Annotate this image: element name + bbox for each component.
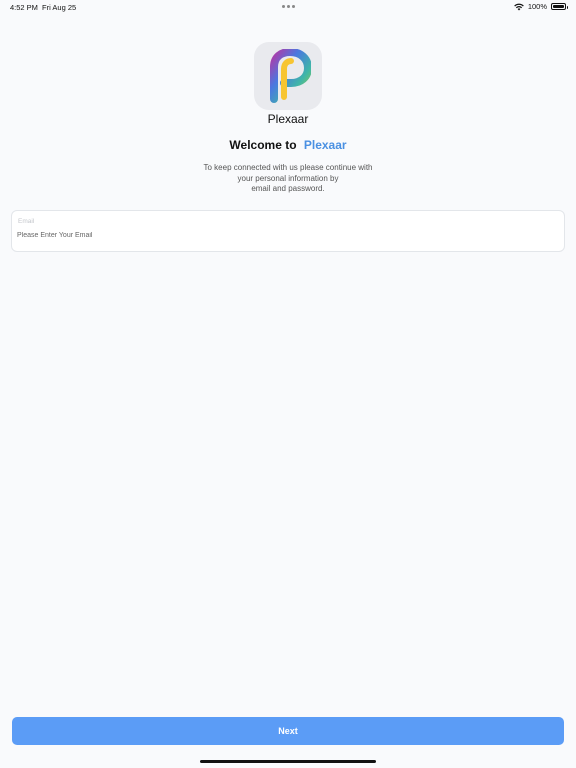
plexaar-logo-icon: [254, 42, 322, 110]
email-input[interactable]: [17, 232, 557, 239]
status-bar: 4:52 PM Fri Aug 25 100%: [0, 0, 576, 16]
welcome-prefix: Welcome to: [229, 138, 297, 152]
multitasking-dots-icon[interactable]: [282, 2, 295, 8]
battery-icon: [551, 3, 568, 10]
login-screen: 4:52 PM Fri Aug 25 100% Plexaar Welcome …: [0, 0, 576, 768]
next-button[interactable]: Next: [12, 717, 564, 745]
status-time: 4:52 PM: [10, 3, 38, 12]
subtitle-line-3: email and password.: [251, 184, 325, 193]
battery-percent: 100%: [527, 2, 547, 11]
home-indicator[interactable]: [200, 760, 376, 763]
app-name: Plexaar: [267, 112, 309, 126]
welcome-heading: Welcome to Plexaar: [0, 138, 576, 152]
wifi-icon: [514, 3, 524, 10]
welcome-subtitle: To keep connected with us please continu…: [0, 163, 576, 195]
status-date: Fri Aug 25: [42, 3, 77, 12]
welcome-brand: Plexaar: [303, 138, 347, 152]
email-field[interactable]: Email: [11, 210, 565, 252]
subtitle-line-2: your personal information by: [237, 173, 339, 183]
subtitle-line-1: To keep connected with us please continu…: [203, 163, 373, 172]
email-label: Email: [18, 218, 35, 225]
status-right: 100%: [514, 2, 568, 11]
